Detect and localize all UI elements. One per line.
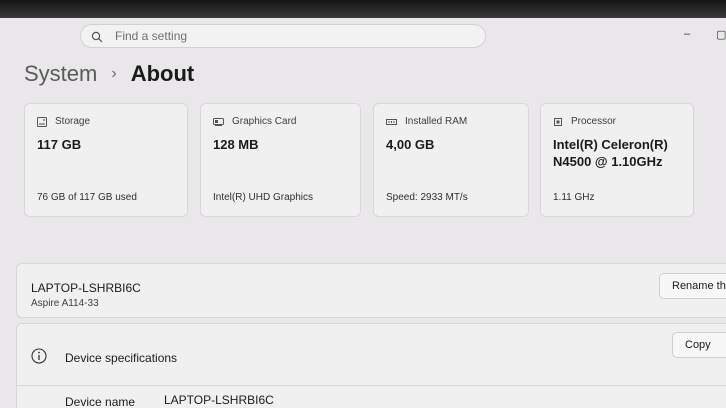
search-icon [91,30,103,43]
device-specifications-list: Device name LAPTOP-LSHRBI6C [16,386,726,408]
copy-button[interactable]: Copy [672,332,726,358]
processor-card[interactable]: Processor Intel(R) Celeron(R) N4500 @ 1.… [540,103,694,217]
info-icon [31,348,47,369]
processor-value: Intel(R) Celeron(R) N4500 @ 1.10GHz [553,137,668,169]
ram-title: Installed RAM [405,116,468,127]
processor-frequency: 1.11 GHz [553,192,595,203]
chevron-right-icon: › [111,65,117,82]
device-specifications-panel[interactable]: Device specifications Copy [16,323,726,386]
ram-speed: Speed: 2933 MT/s [386,192,468,203]
screen-bezel [0,0,726,18]
storage-card[interactable]: Storage 117 GB 76 GB of 117 GB used [24,103,188,217]
device-specifications-title: Device specifications [65,351,178,365]
device-name: LAPTOP-LSHRBI6C [31,281,141,295]
spec-value-device-name: LAPTOP-LSHRBI6C [164,393,274,407]
processor-card-header: Processor [553,116,616,127]
minimize-icon[interactable]: – [684,28,690,40]
ram-value: 4,00 GB [386,137,435,152]
graphics-card[interactable]: Graphics Card 128 MB Intel(R) UHD Graphi… [200,103,361,217]
graphics-card-title: Graphics Card [232,116,297,127]
breadcrumb-system[interactable]: System [24,61,97,87]
ram-card-header: Installed RAM [386,116,467,127]
search-input[interactable] [115,29,455,43]
ram-card[interactable]: Installed RAM 4,00 GB Speed: 2933 MT/s [373,103,529,217]
rename-button[interactable]: Rename thi [659,273,726,299]
graphics-card-value: 128 MB [213,137,259,152]
processor-icon [554,117,562,126]
spec-label-device-name: Device name [65,395,136,408]
graphics-card-model: Intel(R) UHD Graphics [213,192,314,203]
storage-card-header: Storage [37,116,90,127]
device-panel: LAPTOP-LSHRBI6C Aspire A114-33 Rename th… [16,263,726,318]
storage-title: Storage [55,116,91,127]
graphics-card-icon [213,117,224,126]
storage-icon [37,116,47,127]
page-title: About [130,61,195,86]
ram-icon [386,118,397,125]
storage-usage: 76 GB of 117 GB used [37,192,137,203]
storage-value: 117 GB [37,137,82,152]
search-box[interactable] [80,24,486,48]
device-model: Aspire A114-33 [31,298,99,309]
restore-icon[interactable]: ▢ [716,28,726,41]
graphics-card-header: Graphics Card [213,116,296,127]
processor-title: Processor [571,116,617,127]
breadcrumb: System › About [24,61,194,87]
